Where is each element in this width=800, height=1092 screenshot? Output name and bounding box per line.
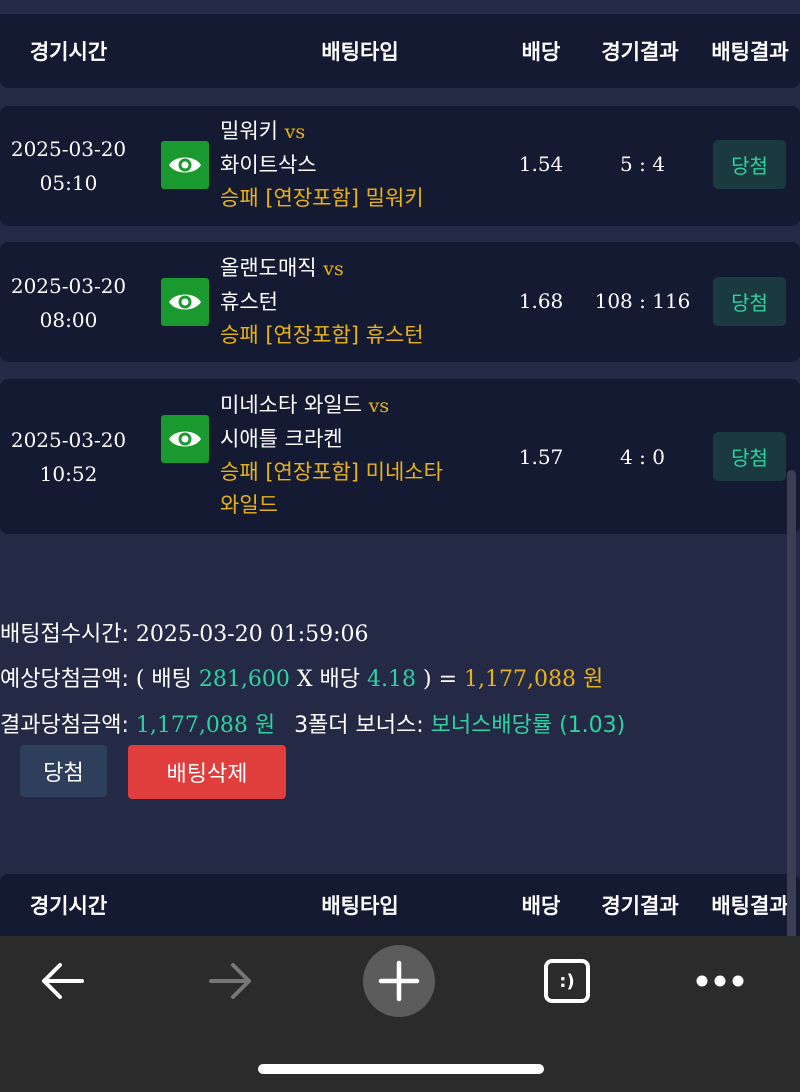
- delete-bet-button[interactable]: 배팅삭제: [128, 745, 286, 799]
- vs-label: vs: [284, 121, 306, 143]
- away-team: 화이트삭스: [220, 153, 317, 177]
- bet-type-cell: 밀워키 vs 화이트삭스 승패 [연장포함] 밀워키: [220, 115, 510, 215]
- bet-time: 05:10: [39, 171, 98, 195]
- vs-label: vs: [368, 395, 390, 417]
- received-time-line: 배팅접수시간: 2025-03-20 01:59:06: [0, 616, 369, 648]
- x-odds-label: X 배당: [296, 667, 361, 692]
- home-team: 밀워키: [220, 119, 278, 143]
- match-score: 108 : 116: [594, 289, 691, 313]
- bet-time: 10:52: [39, 462, 98, 486]
- match-score: 5 : 4: [620, 152, 665, 176]
- header-time: 경기시간: [29, 40, 108, 64]
- status-badge: 당첨: [713, 140, 786, 189]
- bet-odds: 1.57: [518, 445, 564, 469]
- bet-date: 2025-03-20: [10, 274, 127, 298]
- scrollbar[interactable]: [787, 470, 796, 940]
- result-win-line: 결과당첨금액: 1,177,088 원 3폴더 보너스: 보너스배당률 (1.0…: [0, 707, 625, 739]
- header-bet-result: 배팅결과: [711, 40, 789, 64]
- home-team: 올랜도매직: [220, 256, 317, 280]
- win-button[interactable]: 당첨: [20, 745, 107, 797]
- bet-datetime: 2025-03-20 08:00: [0, 269, 137, 337]
- match-score: 4 : 0: [620, 445, 665, 469]
- bet-row: 2025-03-20 08:00 올랜도매직 vs 휴스턴 승패 [연장포함] …: [0, 242, 800, 362]
- status-badge: 당첨: [713, 432, 786, 481]
- status-badge: 당첨: [713, 277, 786, 326]
- tabs-icon: :): [544, 959, 590, 1003]
- header-match-result: 경기결과: [601, 40, 679, 64]
- home-team: 미네소타 와일드: [220, 393, 362, 417]
- eye-icon: [169, 294, 201, 310]
- bet-pick: 승패 [연장포함] 밀워키: [220, 186, 424, 210]
- header-odds: 배당: [521, 40, 561, 64]
- bet-type-cell: 올랜도매직 vs 휴스턴 승패 [연장포함] 휴스턴: [220, 252, 510, 352]
- bonus-label: 3폴더 보너스:: [294, 713, 424, 738]
- header-time: 경기시간: [29, 894, 108, 918]
- expected-win-line: 예상당첨금액: ( 배팅 281,600 X 배당 4.18 ) = 1,177…: [0, 661, 603, 693]
- result-win-label: 결과당첨금액:: [0, 713, 129, 738]
- view-bet-button[interactable]: [161, 141, 209, 189]
- arrow-right-icon: [209, 963, 251, 999]
- expected-close: ) =: [423, 667, 458, 692]
- view-bet-button[interactable]: [161, 278, 209, 326]
- arrow-left-icon: [42, 963, 84, 999]
- bet-datetime: 2025-03-20 05:10: [0, 132, 137, 200]
- expected-win-label: 예상당첨금액:: [0, 667, 129, 692]
- bet-pick: 승패 [연장포함] 휴스턴: [220, 323, 424, 347]
- plus-icon: [363, 945, 435, 1017]
- received-time-label: 배팅접수시간:: [0, 622, 129, 647]
- bet-row: 2025-03-20 10:52 미네소타 와일드 vs 시애틀 크라켄 승패 …: [0, 379, 800, 534]
- result-win-amount: 1,177,088 원: [135, 713, 276, 738]
- total-odds: 4.18: [367, 667, 417, 692]
- header-match-result: 경기결과: [601, 894, 679, 918]
- forward-button[interactable]: [195, 936, 267, 1026]
- received-time-value: 2025-03-20 01:59:06: [135, 622, 369, 647]
- tabs-icon-label: :): [559, 970, 575, 992]
- bonus-value: 보너스배당률 (1.03): [430, 713, 626, 738]
- vs-label: vs: [323, 258, 344, 280]
- bet-date: 2025-03-20: [10, 137, 127, 161]
- expected-win-amount: 1,177,088 원: [464, 667, 604, 692]
- header-odds: 배당: [521, 894, 561, 918]
- bet-date: 2025-03-20: [10, 428, 127, 452]
- bet-row: 2025-03-20 05:10 밀워키 vs 화이트삭스 승패 [연장포함] …: [0, 106, 800, 226]
- away-team: 시애틀 크라켄: [220, 427, 343, 451]
- bet-odds: 1.54: [518, 152, 564, 176]
- bet-datetime: 2025-03-20 10:52: [0, 423, 137, 491]
- header-bet-result: 배팅결과: [711, 894, 789, 918]
- expected-open: ( 배팅: [135, 667, 192, 692]
- table-header: 경기시간 배팅타입 배당 경기결과 배팅결과: [0, 14, 800, 88]
- more-icon: [696, 975, 744, 987]
- bet-type-cell: 미네소타 와일드 vs 시애틀 크라켄 승패 [연장포함] 미네소타 와일드: [220, 389, 510, 522]
- new-tab-button[interactable]: [363, 936, 435, 1026]
- bet-pick-continued: 와일드: [220, 493, 278, 517]
- table-header: 경기시간 배팅타입 배당 경기결과 배팅결과: [0, 874, 800, 936]
- menu-button[interactable]: [684, 936, 756, 1026]
- bet-time: 08:00: [39, 308, 98, 332]
- top-strip: [0, 0, 800, 14]
- bet-pick: 승패 [연장포함] 미네소타: [220, 460, 443, 484]
- eye-icon: [169, 157, 201, 173]
- back-button[interactable]: [26, 936, 98, 1026]
- view-bet-button[interactable]: [161, 415, 209, 463]
- home-indicator: [258, 1064, 544, 1074]
- eye-icon: [169, 431, 201, 447]
- away-team: 휴스턴: [220, 290, 278, 314]
- stake-amount: 281,600: [198, 667, 290, 692]
- bet-odds: 1.68: [518, 289, 564, 313]
- tabs-button[interactable]: :): [531, 936, 603, 1026]
